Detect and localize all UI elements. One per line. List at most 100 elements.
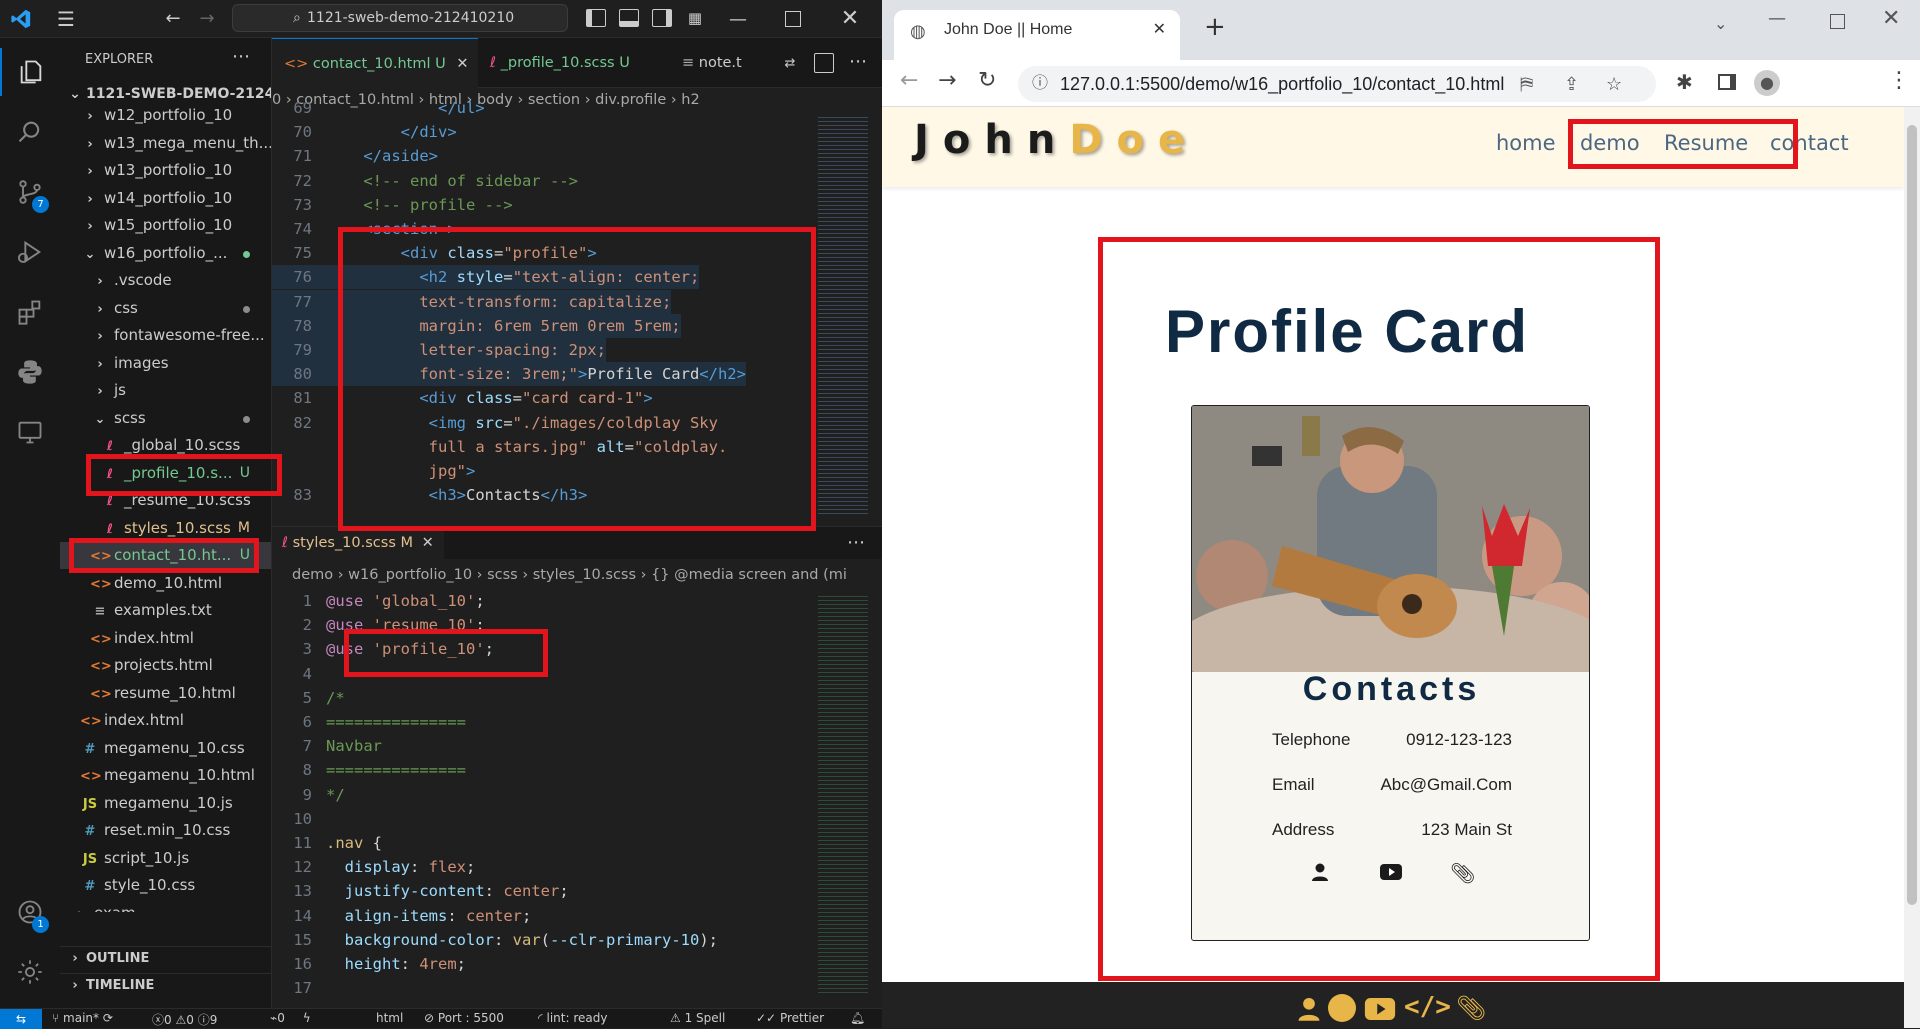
- accounts-icon[interactable]: 1: [0, 888, 60, 936]
- side-panel-icon[interactable]: [1718, 74, 1736, 90]
- logo[interactable]: JohnDoe: [914, 117, 1199, 163]
- tree-item[interactable]: ℓ styles_10.scss M: [60, 515, 271, 542]
- back-arrow-icon[interactable]: ←: [162, 7, 184, 29]
- timeline-section[interactable]: › TIMELINE: [60, 973, 271, 997]
- minimap[interactable]: [818, 114, 868, 514]
- tree-item[interactable]: › w14_portfolio_10: [60, 185, 271, 212]
- browser-menu-icon[interactable]: ⋮: [1888, 68, 1910, 93]
- language-status[interactable]: html: [376, 1011, 403, 1025]
- tree-item[interactable]: <> projects.html: [60, 652, 271, 679]
- run-debug-icon[interactable]: [0, 228, 60, 276]
- python-icon[interactable]: [0, 348, 60, 396]
- site-info-icon[interactable]: ⓘ: [1032, 66, 1048, 102]
- split-editor-icon[interactable]: [814, 53, 834, 73]
- search-icon[interactable]: [0, 108, 60, 156]
- extensions-icon[interactable]: [0, 288, 60, 336]
- browser-tab-active[interactable]: ◍ John Doe || Home ✕: [894, 10, 1180, 60]
- tree-item[interactable]: ℓ _resume_10.scss: [60, 487, 271, 514]
- footer-github-icon[interactable]: [1328, 994, 1356, 1022]
- code-line[interactable]: 83 <h3>Contacts</h3>: [272, 483, 587, 507]
- bookmark-star-icon[interactable]: ☆: [1606, 66, 1622, 102]
- outline-section[interactable]: › OUTLINE: [60, 946, 271, 970]
- code-line[interactable]: 82 <img src="./images/coldplay Sky: [272, 411, 718, 435]
- minimize-icon[interactable]: —: [726, 8, 750, 30]
- extensions-puzzle-icon[interactable]: ✱: [1676, 70, 1693, 94]
- tab-search-icon[interactable]: ⌄: [1714, 14, 1727, 33]
- code-line[interactable]: 81 <div class="card card-1">: [272, 386, 652, 410]
- tab-close-icon[interactable]: ✕: [422, 535, 434, 551]
- more-actions-icon[interactable]: ⋯: [232, 46, 250, 67]
- browser-minimize-icon[interactable]: —: [1768, 8, 1786, 29]
- breadcrumb-item[interactable]: scss: [487, 567, 518, 583]
- tree-item[interactable]: › w15_portfolio_10: [60, 212, 271, 239]
- back-arrow-icon[interactable]: ←: [900, 68, 918, 93]
- code-line[interactable]: 75 <div class="profile">: [272, 241, 596, 265]
- code-line[interactable]: 3 @use 'profile_10';: [272, 637, 494, 661]
- code-line[interactable]: 71 </aside>: [272, 144, 438, 168]
- problems-status[interactable]: ⓧ0 ⚠0 ⓘ9: [152, 1011, 217, 1028]
- code-line[interactable]: 14 align-items: center;: [272, 904, 531, 928]
- tab-close-icon[interactable]: ✕: [456, 56, 468, 72]
- code-line[interactable]: 1 @use 'global_10';: [272, 589, 485, 613]
- code-line[interactable]: 4: [272, 662, 326, 686]
- breadcrumb-item[interactable]: styles_10.scss: [533, 567, 636, 583]
- tree-item[interactable]: ⌄ scss: [60, 405, 271, 432]
- command-center-search[interactable]: ⌕ 1121-sweb-demo-212410210: [232, 4, 568, 32]
- forward-arrow-icon[interactable]: →: [938, 68, 956, 93]
- code-line[interactable]: 2 @use 'resume_10';: [272, 613, 485, 637]
- code-line[interactable]: 80 font-size: 3rem;">Profile Card</h2>: [272, 362, 746, 387]
- paperclip-icon[interactable]: 📎︎: [1450, 861, 1475, 885]
- translate-icon[interactable]: ⛿: [1520, 66, 1533, 102]
- notifications-bell-icon[interactable]: 🔔︎: [850, 1011, 865, 1025]
- tab-contact-html[interactable]: <> contact_10.html U ✕: [272, 38, 478, 88]
- code-line[interactable]: full a stars.jpg" alt="coldplay.: [272, 435, 728, 459]
- code-line[interactable]: 79 letter-spacing: 2px;: [272, 338, 606, 362]
- explorer-icon[interactable]: [0, 48, 60, 96]
- code-line[interactable]: 15 background-color: var(--clr-primary-1…: [272, 928, 718, 952]
- tree-item[interactable]: › js: [60, 377, 271, 404]
- tree-item[interactable]: <> resume_10.html: [60, 680, 271, 707]
- tree-item[interactable]: # megamenu_10.css: [60, 735, 271, 762]
- code-line[interactable]: 77 text-transform: capitalize;: [272, 289, 672, 314]
- code-line[interactable]: 12 display: flex;: [272, 855, 475, 879]
- profile-avatar-icon[interactable]: ●: [1754, 70, 1780, 96]
- tree-item[interactable]: ⌄ w16_portfolio_...: [60, 240, 271, 267]
- breadcrumb-item[interactable]: w16_portfolio_10: [348, 567, 472, 583]
- toggle-panel-icon[interactable]: [619, 9, 639, 27]
- forward-arrow-icon[interactable]: →: [196, 7, 218, 29]
- code-line[interactable]: 6 ===============: [272, 710, 466, 734]
- tab-styles-scss[interactable]: ℓ styles_10.scss M ✕: [272, 527, 444, 559]
- nav-link-resume[interactable]: Resume: [1664, 131, 1748, 155]
- breadcrumb-item[interactable]: {} @media screen and (mi: [651, 567, 847, 583]
- remote-explorer-icon[interactable]: [0, 408, 60, 456]
- ports-status[interactable]: ⌁0 ϟ: [270, 1011, 311, 1025]
- spell-status[interactable]: ⚠ 1 Spell: [670, 1011, 725, 1025]
- more-actions-icon[interactable]: ⋯: [846, 532, 866, 553]
- code-line[interactable]: 13 justify-content: center;: [272, 879, 568, 903]
- more-actions-icon[interactable]: ⋯: [848, 51, 868, 72]
- user-icon[interactable]: [1310, 862, 1332, 884]
- reload-icon[interactable]: ↻: [978, 68, 996, 93]
- settings-gear-icon[interactable]: [0, 948, 60, 996]
- tree-item[interactable]: <> index.html: [60, 707, 271, 734]
- page-scrollbar[interactable]: [1904, 107, 1920, 1028]
- footer-code-icon[interactable]: </>: [1404, 992, 1451, 1022]
- code-line[interactable]: 7 Navbar: [272, 734, 382, 758]
- code-line[interactable]: 76 <h2 style="text-align: center;: [272, 265, 700, 290]
- code-line[interactable]: 72 <!-- end of sidebar -->: [272, 169, 578, 193]
- nav-link-demo[interactable]: demo: [1580, 131, 1640, 155]
- share-icon[interactable]: ⇪: [1564, 66, 1579, 102]
- tree-item[interactable]: # style_10.css: [60, 872, 271, 899]
- breadcrumb-item[interactable]: demo: [292, 567, 333, 583]
- code-line[interactable]: 10: [272, 807, 326, 831]
- tree-item[interactable]: › w13_mega_menu_th...: [60, 130, 271, 157]
- code-line[interactable]: 73 <!-- profile -->: [272, 193, 512, 217]
- code-line[interactable]: 5/*: [272, 686, 345, 710]
- nav-link-home[interactable]: home: [1496, 131, 1556, 155]
- toggle-secondary-sidebar-icon[interactable]: [652, 9, 672, 27]
- tree-item[interactable]: JS megamenu_10.js: [60, 790, 271, 817]
- code-line[interactable]: 74 <section >: [272, 217, 456, 241]
- scrollbar-thumb[interactable]: [1907, 125, 1917, 905]
- prettier-status[interactable]: ✓✓ Prettier: [756, 1011, 824, 1025]
- code-line[interactable]: 8 ===============: [272, 758, 466, 782]
